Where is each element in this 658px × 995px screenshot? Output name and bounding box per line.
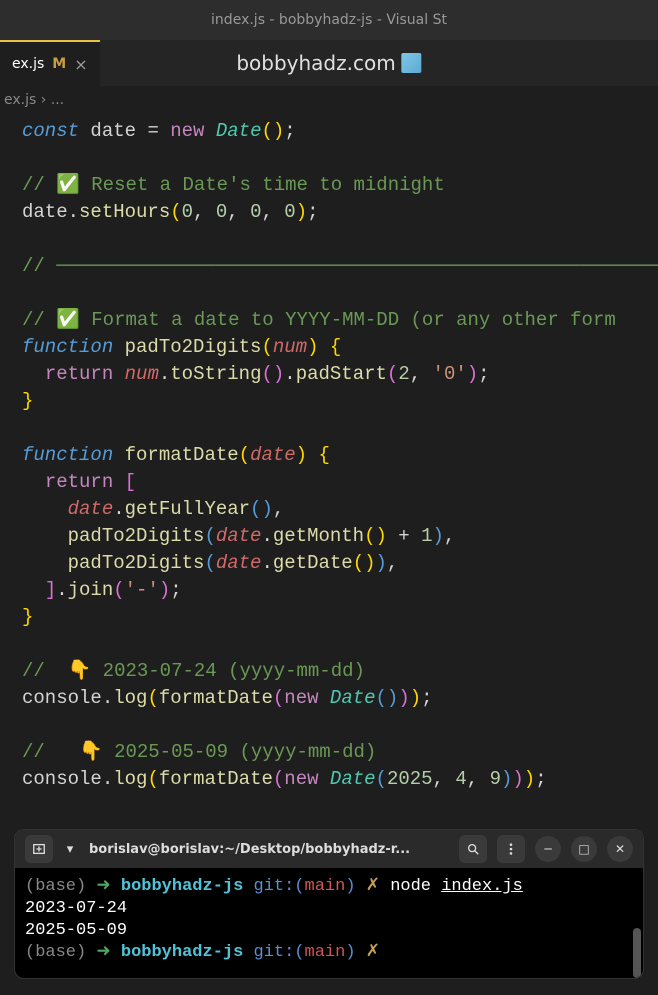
class-date: Date [216, 120, 262, 142]
term-base: (base) [25, 877, 86, 896]
term-base: (base) [25, 943, 86, 962]
var-num: num [125, 363, 159, 385]
fn-formatdate: formatDate [159, 687, 273, 709]
comment-divider: // ─────────────────────────────────────… [22, 255, 658, 277]
breadcrumb[interactable]: ex.js › ... [0, 86, 658, 114]
dropdown-icon[interactable]: ▾ [61, 842, 79, 857]
term-branch: main [305, 943, 346, 962]
terminal-window: ▾ borislav@borislav:~/Desktop/bobbyhadz-… [14, 829, 644, 979]
term-arrow: ➜ [96, 943, 110, 962]
term-close: ) [345, 943, 355, 962]
terminal-path: borislav@borislav:~/Desktop/bobbyhadz-r.… [89, 842, 449, 857]
comment-1: // ✅ Reset a Date's time to midnight [22, 174, 445, 196]
comment-4: // 👇️ 2023-07-24 (yyyy-mm-dd) [22, 660, 365, 682]
box-icon [402, 53, 422, 73]
terminal-line: (base) ➜ bobbyhadz-js git:(main) ✗ node … [25, 876, 633, 898]
fn-sethours: setHours [79, 201, 170, 223]
fn-padstart: padStart [296, 363, 387, 385]
keyword-return: return [45, 363, 113, 385]
var-date: date [216, 552, 262, 574]
num-0: 0 [284, 201, 295, 223]
search-button[interactable] [459, 835, 487, 863]
num-1: 1 [421, 525, 432, 547]
comment-3: // ✅ Format a date to YYYY-MM-DD (or any… [22, 309, 616, 331]
term-cmd: node [390, 877, 431, 896]
fn-padto2digits: padTo2Digits [68, 552, 205, 574]
class-date: Date [330, 768, 376, 790]
term-git: git:( [254, 943, 305, 962]
term-dir: bobbyhadz-js [121, 877, 243, 896]
op-equals: = [147, 120, 158, 142]
class-date: Date [330, 687, 376, 709]
op-plus: + [398, 525, 409, 547]
new-tab-button[interactable] [25, 835, 53, 863]
term-arrow: ➜ [96, 877, 110, 896]
var-date: date [68, 498, 114, 520]
minimize-button[interactable]: ─ [535, 836, 561, 862]
str-dash: '-' [125, 579, 159, 601]
window-title-bar: index.js - bobbyhadz-js - Visual St [0, 0, 658, 40]
term-close: ) [345, 877, 355, 896]
fn-padto2digits: padTo2Digits [125, 336, 262, 358]
num-9: 9 [490, 768, 501, 790]
close-icon[interactable]: × [74, 55, 87, 74]
term-dirty: ✗ [366, 877, 380, 896]
keyword-const: const [22, 120, 79, 142]
term-dirty: ✗ [366, 943, 380, 962]
var-date: date [22, 201, 68, 223]
comment-5: // 👇️ 2025-05-09 (yyyy-mm-dd) [22, 741, 376, 763]
terminal-line: (base) ➜ bobbyhadz-js git:(main) ✗ [25, 942, 633, 964]
overlay-text: bobbyhadz.com [236, 51, 395, 75]
str-0: '0' [433, 363, 467, 385]
fn-log: log [113, 687, 147, 709]
term-branch: main [305, 877, 346, 896]
terminal-title-bar: ▾ borislav@borislav:~/Desktop/bobbyhadz-… [15, 830, 643, 868]
fn-padto2digits: padTo2Digits [68, 525, 205, 547]
num-0: 0 [250, 201, 261, 223]
term-dir: bobbyhadz-js [121, 943, 243, 962]
var-console: console [22, 768, 102, 790]
tab-bar: ex.js M × bobbyhadz.com [0, 40, 658, 86]
breadcrumb-text: ex.js › ... [4, 92, 64, 108]
keyword-function: function [22, 444, 113, 466]
fn-log: log [113, 768, 147, 790]
close-button[interactable]: ✕ [607, 836, 633, 862]
keyword-new: new [284, 768, 318, 790]
var-date: date [216, 525, 262, 547]
num-0: 0 [182, 201, 193, 223]
fn-join: join [68, 579, 114, 601]
menu-button[interactable] [497, 835, 525, 863]
num-0: 0 [216, 201, 227, 223]
param-date: date [250, 444, 296, 466]
num-2: 2 [398, 363, 409, 385]
tab-modified-indicator: M [52, 56, 66, 72]
fn-getmonth: getMonth [273, 525, 364, 547]
terminal-body[interactable]: (base) ➜ bobbyhadz-js git:(main) ✗ node … [15, 868, 643, 978]
fn-getdate: getDate [273, 552, 353, 574]
terminal-output: 2023-07-24 [25, 898, 633, 920]
terminal-scrollbar[interactable] [633, 928, 641, 978]
fn-tostring: toString [170, 363, 261, 385]
fn-formatdate: formatDate [159, 768, 273, 790]
keyword-function: function [22, 336, 113, 358]
term-git: git:( [254, 877, 305, 896]
keyword-new: new [284, 687, 318, 709]
code-editor[interactable]: const date = new Date(); // ✅ Reset a Da… [0, 114, 658, 797]
param-num: num [273, 336, 307, 358]
terminal-output: 2025-05-09 [25, 920, 633, 942]
tab-label: ex.js [12, 56, 44, 72]
keyword-new: new [170, 120, 204, 142]
var-console: console [22, 687, 102, 709]
tab-index-js[interactable]: ex.js M × [0, 40, 100, 86]
num-4: 4 [455, 768, 466, 790]
overlay-brand: bobbyhadz.com [236, 51, 421, 75]
num-2025: 2025 [387, 768, 433, 790]
maximize-button[interactable]: □ [571, 836, 597, 862]
window-title: index.js - bobbyhadz-js - Visual St [211, 12, 447, 28]
keyword-return: return [45, 471, 113, 493]
fn-getfullyear: getFullYear [125, 498, 250, 520]
fn-formatdate: formatDate [125, 444, 239, 466]
var-date: date [90, 120, 136, 142]
term-file: index.js [441, 877, 523, 896]
